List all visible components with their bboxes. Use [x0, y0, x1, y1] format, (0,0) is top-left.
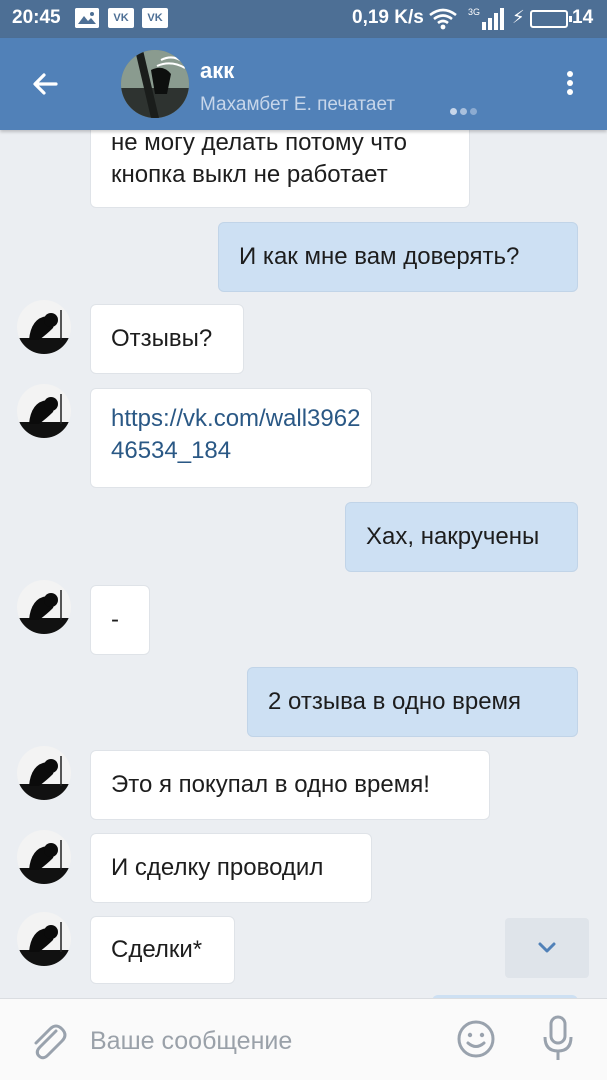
- microphone-icon: [543, 1015, 573, 1060]
- message-incoming[interactable]: И сделку проводил: [90, 833, 372, 903]
- vk-icon: VK: [142, 8, 168, 28]
- message-composer: [0, 998, 607, 1080]
- message-text: Это я покупал в одно время!: [111, 771, 430, 798]
- message-incoming[interactable]: Сделки*: [90, 916, 235, 984]
- attach-button[interactable]: [26, 1017, 70, 1065]
- typing-status: Махамбет Е. печатает: [200, 94, 396, 115]
- sender-avatar[interactable]: [17, 912, 71, 966]
- typing-dots-icon: [450, 102, 480, 120]
- sender-avatar[interactable]: [17, 300, 71, 354]
- message-text: И как мне вам доверять?: [239, 243, 520, 270]
- smile-icon: [457, 1020, 495, 1058]
- message-incoming[interactable]: не могу делать потому что кнопка выкл не…: [90, 130, 470, 208]
- network-speed: 0,19 K/s: [352, 7, 424, 28]
- vk-icon: VK: [108, 8, 134, 28]
- sender-avatar[interactable]: [17, 580, 71, 634]
- message-list[interactable]: не могу делать потому что кнопка выкл не…: [0, 130, 607, 998]
- battery-icon: [530, 10, 572, 28]
- message-text: Сделки*: [111, 936, 203, 963]
- back-button[interactable]: [24, 62, 68, 106]
- sender-avatar[interactable]: [17, 746, 71, 800]
- message-text: 2 отзыва в одно время: [268, 688, 522, 715]
- signal-icon: 3G: [468, 6, 504, 38]
- battery-level: 14: [572, 7, 594, 28]
- sender-avatar[interactable]: [17, 830, 71, 884]
- wifi-icon: [428, 8, 458, 36]
- more-menu-button[interactable]: [558, 68, 582, 102]
- emoji-button[interactable]: [454, 1017, 498, 1061]
- network-type: 3G: [468, 7, 480, 17]
- message-text: -: [111, 606, 119, 633]
- more-vertical-icon: [558, 71, 582, 95]
- message-incoming[interactable]: https://vk.com/wall396246534_184: [90, 388, 372, 488]
- scroll-down-button[interactable]: [505, 918, 589, 978]
- image-icon: [75, 8, 99, 28]
- message-text: не могу делать потому что кнопка выкл не…: [111, 130, 407, 188]
- status-bar: 20:45 VK VK 0,19 K/s 3G ⚡ 14: [0, 0, 607, 38]
- arrow-left-icon: [33, 73, 58, 95]
- message-link[interactable]: https://vk.com/wall396246534_184: [111, 403, 361, 467]
- charging-icon: ⚡: [512, 7, 525, 27]
- chat-header: акк Махамбет Е. печатает: [0, 38, 607, 130]
- message-outgoing[interactable]: Хах, накручены: [345, 502, 578, 572]
- message-outgoing[interactable]: 2 отзыва в одно время: [247, 667, 578, 737]
- message-incoming[interactable]: Отзывы?: [90, 304, 244, 374]
- status-time: 20:45: [12, 7, 61, 28]
- chevron-down-icon: [538, 942, 556, 953]
- chat-title: акк: [200, 58, 235, 83]
- voice-message-button[interactable]: [538, 1013, 578, 1065]
- paperclip-icon: [34, 1024, 67, 1060]
- message-incoming[interactable]: Это я покупал в одно время!: [90, 750, 490, 820]
- message-outgoing[interactable]: И как мне вам доверять?: [218, 222, 578, 292]
- contact-avatar[interactable]: [121, 50, 189, 118]
- message-text: Отзывы?: [111, 325, 213, 352]
- sender-avatar[interactable]: [17, 384, 71, 438]
- message-text: Хах, накручены: [366, 523, 540, 550]
- message-text: И сделку проводил: [111, 854, 324, 881]
- message-incoming[interactable]: -: [90, 585, 150, 655]
- message-input[interactable]: [90, 1019, 430, 1063]
